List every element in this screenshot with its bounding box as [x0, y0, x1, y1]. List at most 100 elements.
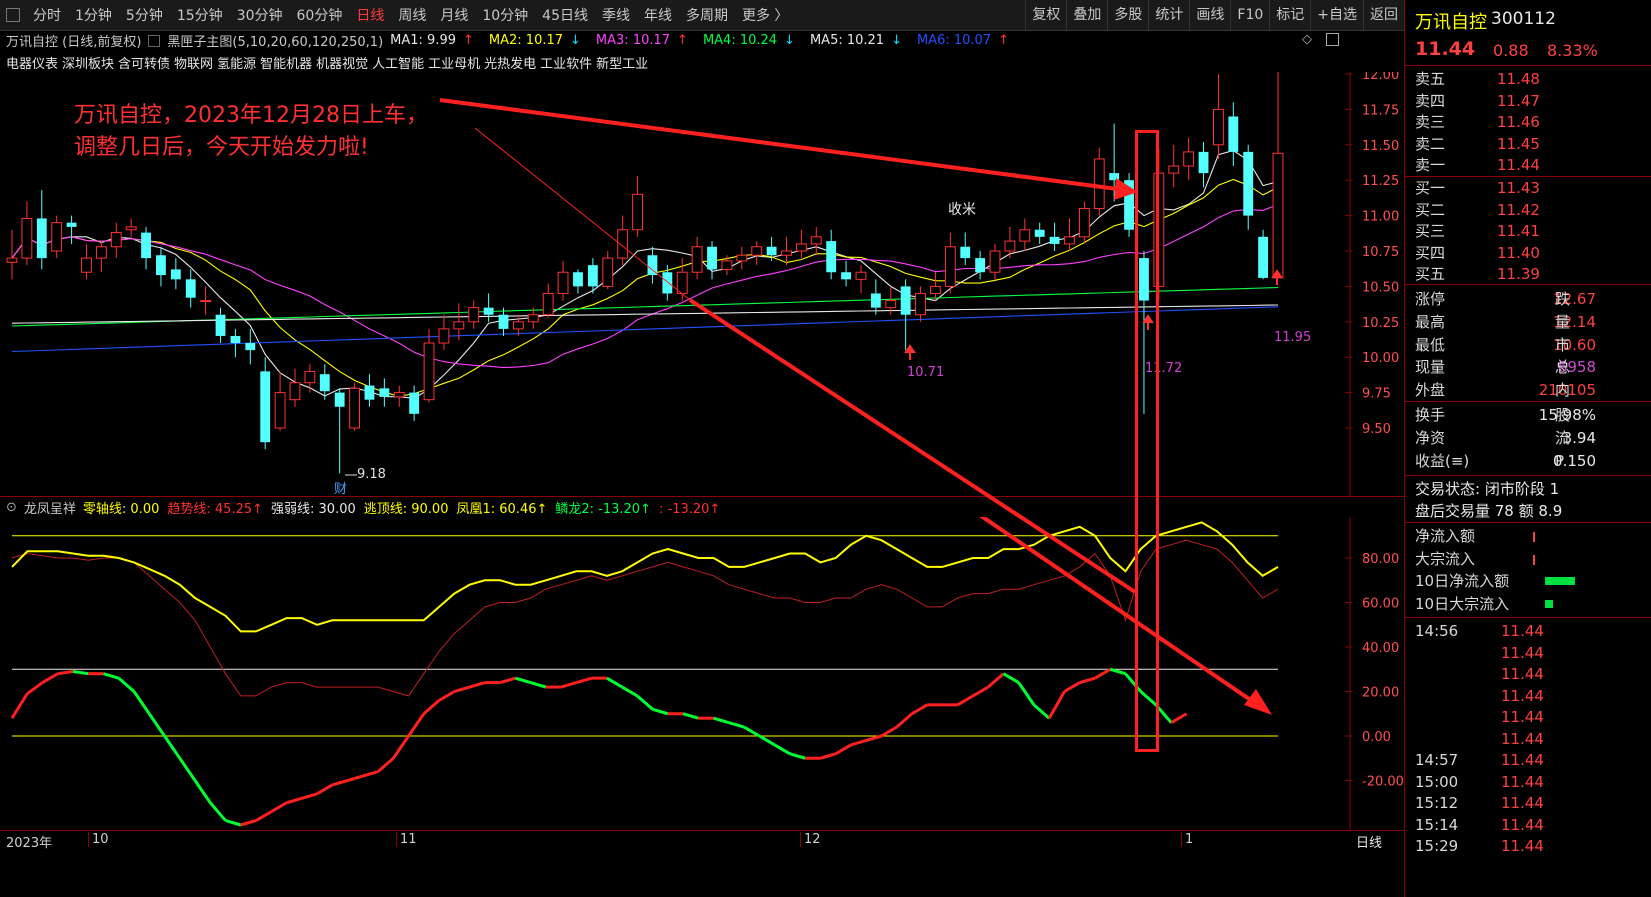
candle-body[interactable]: [975, 258, 986, 273]
candle-body[interactable]: [289, 382, 301, 401]
candle-body[interactable]: [81, 257, 92, 273]
candle-body[interactable]: [21, 217, 33, 259]
candle-body[interactable]: [736, 254, 748, 262]
candle-body[interactable]: [364, 385, 375, 400]
timeframe-tab[interactable]: 30分钟: [230, 5, 290, 25]
candle-body[interactable]: [1243, 151, 1254, 216]
candle-body[interactable]: [900, 286, 911, 315]
timeframe-tab[interactable]: 60分钟: [290, 5, 350, 25]
sector-tag[interactable]: 物联网: [174, 57, 213, 72]
toolbar-button[interactable]: F10: [1230, 0, 1269, 30]
toolbar-button[interactable]: 画线: [1189, 0, 1230, 30]
timeframe-tab[interactable]: 10分钟: [475, 5, 535, 25]
candle-body[interactable]: [1213, 108, 1224, 146]
candle-body[interactable]: [245, 343, 256, 351]
candle-body[interactable]: [542, 292, 554, 316]
sector-tag[interactable]: 含可转债: [118, 57, 170, 72]
candle-body[interactable]: [51, 222, 63, 252]
candle-body[interactable]: [6, 257, 18, 263]
candle-body[interactable]: [36, 218, 47, 259]
toolbar-button[interactable]: 统计: [1148, 0, 1189, 30]
timeframe-tab[interactable]: 日线: [349, 5, 391, 25]
candle-body[interactable]: [334, 392, 345, 407]
candle-body[interactable]: [304, 370, 316, 384]
candle-body[interactable]: [781, 250, 792, 256]
candle-body[interactable]: [185, 279, 196, 298]
candlestick-chart[interactable]: 12.00 11.75 11.50 11.25 11.00 10.75 10.50 10.25…: [0, 72, 1404, 497]
candle-body[interactable]: [125, 226, 137, 231]
sector-tag[interactable]: 电器仪表: [6, 57, 58, 72]
timeframe-tab[interactable]: 15分钟: [170, 5, 230, 25]
candle-body[interactable]: [1019, 229, 1031, 242]
candle-body[interactable]: [1183, 151, 1195, 167]
main-indicator-name[interactable]: 黑匣子主图(5,10,20,60,120,250,1): [167, 31, 383, 50]
candle-body[interactable]: [260, 371, 271, 443]
toolbar-button[interactable]: 返回: [1363, 0, 1404, 30]
candle-body[interactable]: [632, 193, 643, 231]
candle-body[interactable]: [230, 335, 241, 344]
candle-body[interactable]: [662, 272, 673, 294]
sector-tag[interactable]: 工业母机: [428, 57, 480, 72]
period-tab-daily[interactable]: 日线: [1356, 832, 1382, 851]
candle-body[interactable]: [1078, 208, 1090, 238]
toolbar-button[interactable]: 复权: [1025, 0, 1066, 30]
candle-body[interactable]: [483, 307, 494, 315]
candle-body[interactable]: [349, 387, 360, 429]
candle-body[interactable]: [855, 271, 867, 280]
sector-tag[interactable]: 新型工业: [596, 57, 648, 72]
sector-tag[interactable]: 人工智能: [372, 57, 424, 72]
timeframe-tab[interactable]: 周线: [391, 5, 433, 25]
candle-body[interactable]: [141, 232, 151, 259]
timeframe-tab[interactable]: 分时: [26, 5, 68, 25]
candle-body[interactable]: [841, 272, 851, 280]
candle-body[interactable]: [989, 250, 1001, 273]
indicator-dropdown-icon[interactable]: [148, 34, 161, 47]
candle-body[interactable]: [66, 222, 77, 227]
candle-body[interactable]: [274, 392, 286, 429]
candle-body[interactable]: [110, 232, 122, 248]
sector-tag[interactable]: 深圳板块: [62, 57, 114, 72]
timeframe-tab[interactable]: 45日线: [535, 5, 595, 25]
candle-body[interactable]: [751, 246, 763, 256]
candle-body[interactable]: [1004, 240, 1016, 252]
candle-body[interactable]: [944, 246, 956, 287]
candle-body[interactable]: [200, 300, 212, 303]
candle-body[interactable]: [379, 388, 390, 397]
candle-body[interactable]: [438, 328, 450, 344]
toolbar-button[interactable]: 叠加: [1066, 0, 1107, 30]
timeframe-tab[interactable]: 季线: [595, 5, 637, 25]
timeframe-tab[interactable]: 更多 〉: [735, 5, 795, 25]
candle-body[interactable]: [1034, 229, 1045, 237]
candle-body[interactable]: [960, 246, 971, 259]
candle-body[interactable]: [1258, 236, 1269, 278]
timeframe-tab[interactable]: 5分钟: [119, 5, 170, 25]
candle-body[interactable]: [1168, 165, 1180, 174]
candle-body[interactable]: [468, 307, 480, 323]
toolbar-button[interactable]: 标记: [1269, 0, 1310, 30]
candle-body[interactable]: [170, 269, 181, 280]
candle-body[interactable]: [1064, 236, 1075, 245]
candle-body[interactable]: [156, 255, 166, 276]
candle-body[interactable]: [557, 271, 569, 294]
candle-body[interactable]: [1228, 116, 1239, 152]
window-max-icon[interactable]: [1326, 33, 1339, 46]
timeframe-tab[interactable]: 年线: [637, 5, 679, 25]
candle-body[interactable]: [587, 265, 598, 287]
candle-body[interactable]: [409, 392, 420, 414]
candle-body[interactable]: [691, 246, 703, 273]
indicator-dropdown-icon[interactable]: ⊙: [6, 500, 17, 515]
sector-tag[interactable]: 氢能源: [217, 57, 256, 72]
candle-body[interactable]: [602, 257, 614, 287]
candle-body[interactable]: [676, 271, 688, 294]
candle-body[interactable]: [1198, 151, 1209, 174]
candle-body[interactable]: [512, 321, 524, 330]
candle-body[interactable]: [826, 241, 837, 273]
sector-tag[interactable]: 工业软件: [540, 57, 592, 72]
candle-body[interactable]: [915, 292, 926, 316]
timeframe-tab[interactable]: 多周期: [679, 5, 735, 25]
candle-body[interactable]: [810, 236, 822, 245]
candle-body[interactable]: [766, 246, 777, 256]
toolbar-button[interactable]: +自选: [1310, 0, 1363, 30]
candle-body[interactable]: [1049, 236, 1060, 244]
indicator-name[interactable]: 龙凤呈祥: [24, 498, 76, 517]
